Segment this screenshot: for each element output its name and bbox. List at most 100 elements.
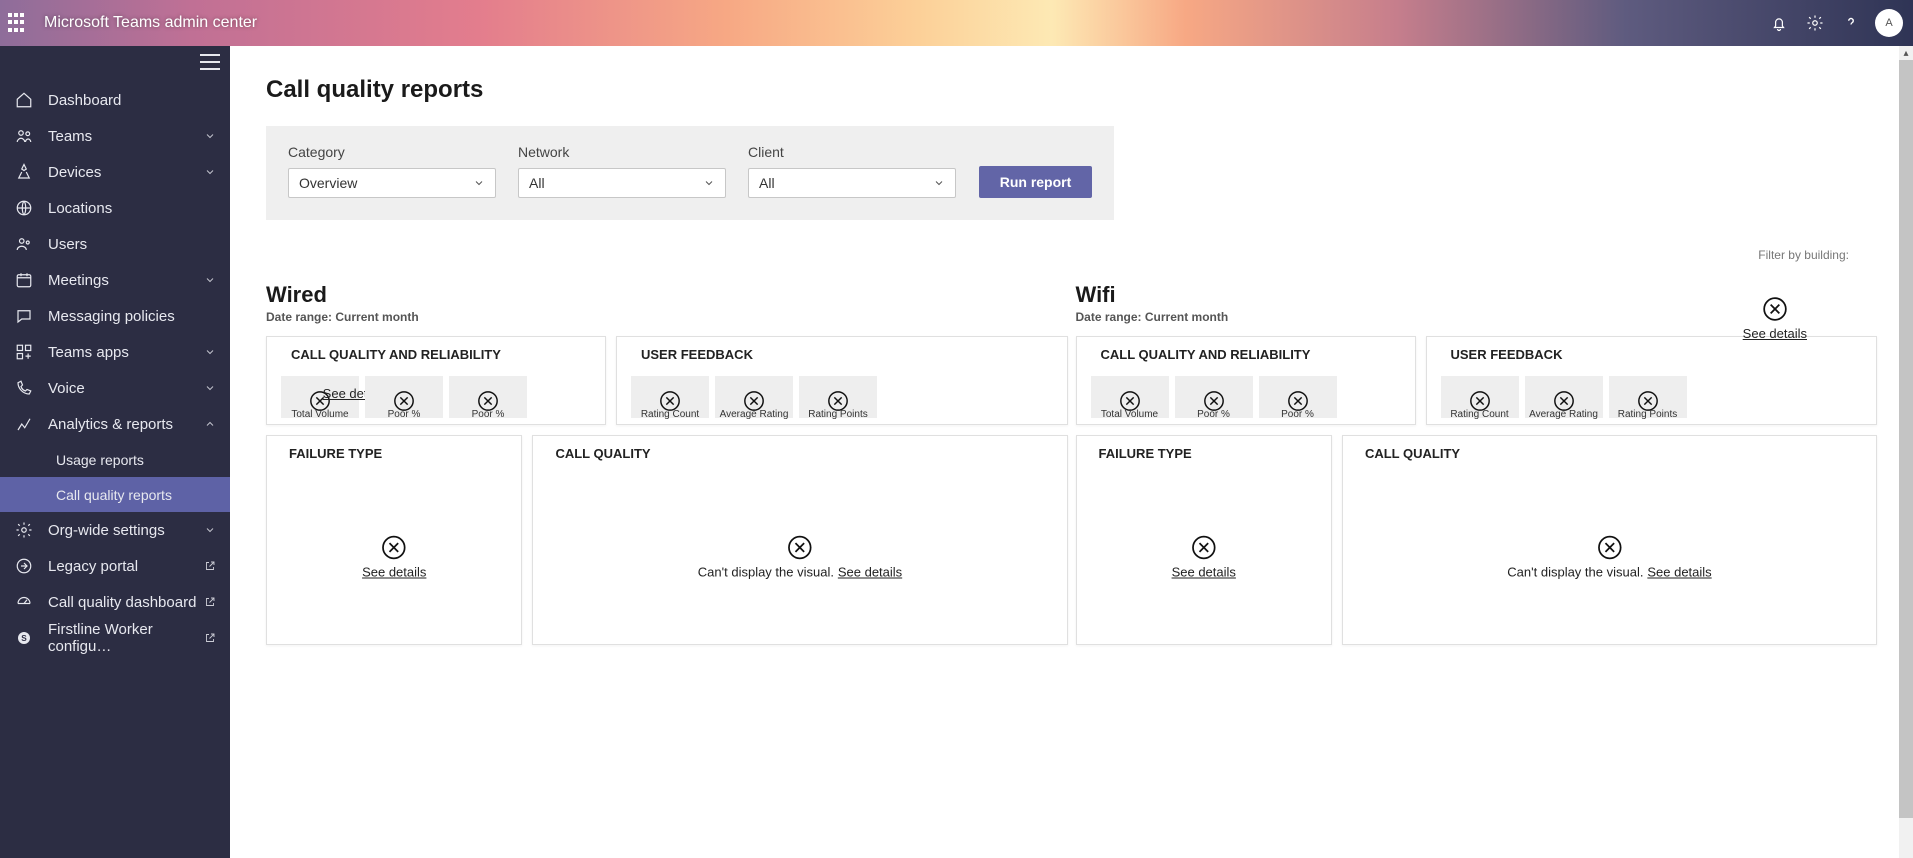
scroll-up-icon[interactable]: ▴ [1899, 46, 1913, 60]
run-report-button[interactable]: Run report [979, 166, 1092, 198]
nav-label: Meetings [48, 272, 204, 289]
dashboard-icon [14, 592, 34, 612]
category-dropdown[interactable]: Overview [288, 168, 496, 198]
left-nav: Dashboard Teams Devices Locations Users [0, 46, 230, 858]
see-details-link[interactable]: See details [1647, 564, 1711, 579]
nav-teams[interactable]: Teams [0, 118, 230, 154]
tile-title: CALL QUALITY AND RELIABILITY [267, 337, 605, 370]
nav-label: Messaging policies [48, 308, 216, 325]
svg-text:S: S [21, 634, 27, 643]
nav-locations[interactable]: Locations [0, 190, 230, 226]
nav-dashboard[interactable]: Dashboard [0, 82, 230, 118]
app-title: Microsoft Teams admin center [44, 14, 257, 32]
see-details-link[interactable]: See details [362, 564, 426, 579]
nav-call-quality-dashboard[interactable]: Call quality dashboard [0, 584, 230, 620]
wired-title: Wired [266, 282, 1068, 308]
error-icon [787, 534, 813, 560]
nav-label: Legacy portal [48, 558, 198, 575]
scroll-thumb[interactable] [1899, 60, 1913, 818]
nav-teams-apps[interactable]: Teams apps [0, 334, 230, 370]
stat-total-volume: Total Volume [1091, 376, 1169, 418]
wifi-call-quality-tile: CALL QUALITY Can't display the visual. S… [1342, 435, 1877, 645]
chevron-down-icon [933, 177, 945, 189]
nav-devices[interactable]: Devices [0, 154, 230, 190]
nav-firstline-worker[interactable]: S Firstline Worker configu… [0, 620, 230, 656]
tile-title: CALL QUALITY AND RELIABILITY [1077, 337, 1415, 370]
home-icon [14, 90, 34, 110]
wired-column: Wired Date range: Current month CALL QUA… [266, 282, 1068, 645]
nav-usage-reports[interactable]: Usage reports [0, 442, 230, 477]
stat-rating-points: Rating Points [799, 376, 877, 418]
wired-call-quality-tile: CALL QUALITY Can't display the visual. S… [532, 435, 1067, 645]
nav-meetings[interactable]: Meetings [0, 262, 230, 298]
main-content: ▴ Call quality reports Category Overview… [230, 46, 1913, 858]
chevron-down-icon [473, 177, 485, 189]
nav-label: Dashboard [48, 92, 216, 109]
help-icon[interactable] [1835, 7, 1867, 39]
nav-label: Analytics & reports [48, 416, 204, 433]
report-filter-bar: Category Overview Network All Client [266, 126, 1114, 220]
nav-users[interactable]: Users [0, 226, 230, 262]
nav-label: Locations [48, 200, 216, 217]
stat-average-rating: Average Rating [1525, 376, 1603, 418]
stat-total-volume: Total VolumeSee details [281, 376, 359, 418]
see-details-link[interactable]: See details [1743, 326, 1807, 341]
tile-title: CALL QUALITY [533, 436, 1066, 469]
nav-label: Voice [48, 380, 204, 397]
nav-voice[interactable]: Voice [0, 370, 230, 406]
wifi-failure-type-tile: FAILURE TYPE See details [1076, 435, 1332, 645]
nav-call-quality-reports[interactable]: Call quality reports [0, 477, 230, 512]
globe-icon [14, 198, 34, 218]
chevron-down-icon [204, 524, 216, 536]
nav-org-wide-settings[interactable]: Org-wide settings [0, 512, 230, 548]
cant-display-text: Can't display the visual. [1507, 564, 1643, 579]
wifi-cqr-tile: CALL QUALITY AND RELIABILITY Total Volum… [1076, 336, 1416, 425]
tile-title: USER FEEDBACK [1427, 337, 1877, 370]
legacy-icon [14, 556, 34, 576]
chevron-up-icon [204, 418, 216, 430]
chat-icon [14, 306, 34, 326]
error-icon [381, 534, 407, 560]
gear-icon [14, 520, 34, 540]
users-icon [14, 234, 34, 254]
chevron-down-icon [204, 346, 216, 358]
cant-display-text: Can't display the visual. [698, 564, 834, 579]
chevron-down-icon [204, 274, 216, 286]
firstline-icon: S [14, 628, 34, 648]
tile-title: USER FEEDBACK [617, 337, 1067, 370]
app-launcher-icon[interactable] [8, 13, 28, 33]
notifications-icon[interactable] [1763, 7, 1795, 39]
see-details-link[interactable]: See details [1172, 564, 1236, 579]
stat-poor-pct: Poor % [365, 376, 443, 418]
chevron-down-icon [703, 177, 715, 189]
client-dropdown[interactable]: All [748, 168, 956, 198]
error-icon [1191, 534, 1217, 560]
see-details-link[interactable]: See details [838, 564, 902, 579]
network-label: Network [518, 144, 726, 160]
wifi-uf-tile: USER FEEDBACK Rating Count Average Ratin… [1426, 336, 1878, 425]
network-value: All [529, 175, 703, 191]
error-icon [1596, 534, 1622, 560]
stat-rating-count: Rating Count [631, 376, 709, 418]
chevron-down-icon [204, 130, 216, 142]
wired-failure-type-tile: FAILURE TYPE See details [266, 435, 522, 645]
stat-poor-pct-2: Poor % [449, 376, 527, 418]
account-avatar[interactable]: A [1875, 9, 1903, 37]
stat-rating-points: Rating Points [1609, 376, 1687, 418]
collapse-nav-icon[interactable] [200, 54, 220, 70]
tile-title: FAILURE TYPE [1077, 436, 1331, 469]
nav-analytics-reports[interactable]: Analytics & reports [0, 406, 230, 442]
vertical-scrollbar[interactable]: ▴ [1899, 46, 1913, 858]
nav-legacy-portal[interactable]: Legacy portal [0, 548, 230, 584]
stat-poor-pct: Poor % [1175, 376, 1253, 418]
category-value: Overview [299, 175, 473, 191]
nav-messaging-policies[interactable]: Messaging policies [0, 298, 230, 334]
network-dropdown[interactable]: All [518, 168, 726, 198]
nav-label: Call quality dashboard [48, 594, 198, 611]
settings-icon[interactable] [1799, 7, 1831, 39]
wired-cqr-tile: CALL QUALITY AND RELIABILITY Total Volum… [266, 336, 606, 425]
error-icon [1762, 296, 1788, 322]
external-link-icon [204, 632, 216, 644]
category-label: Category [288, 144, 496, 160]
client-value: All [759, 175, 933, 191]
